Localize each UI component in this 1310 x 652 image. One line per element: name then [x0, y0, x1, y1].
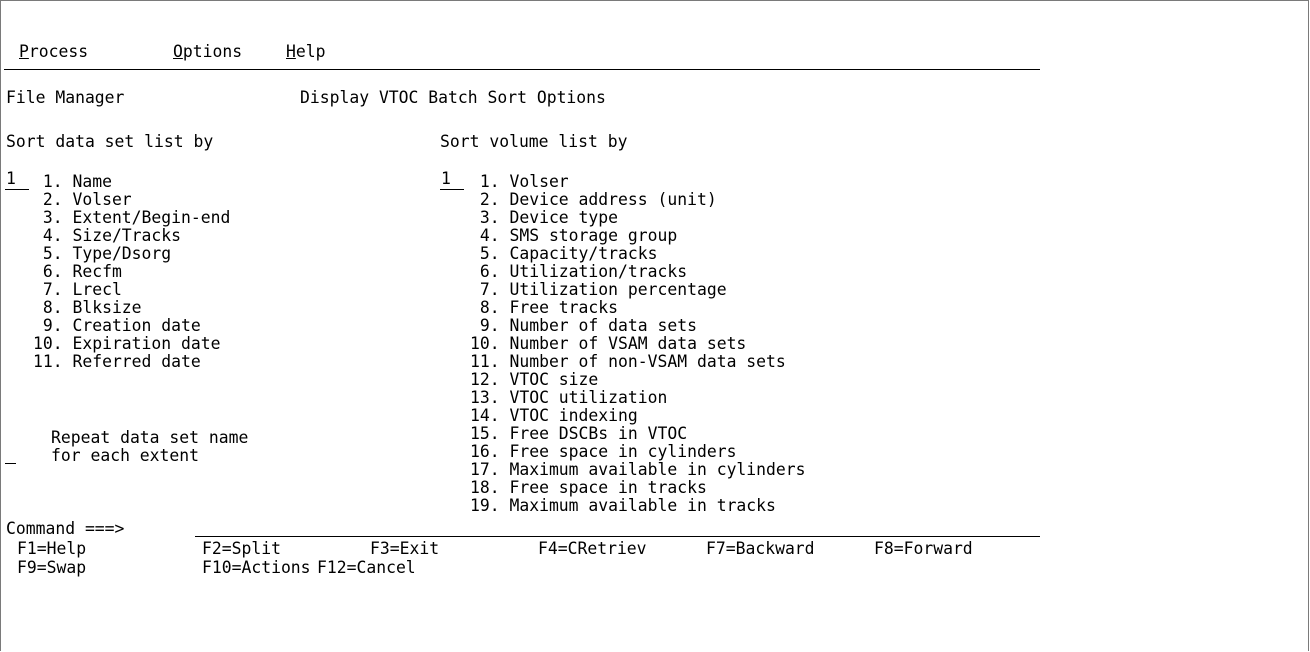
dataset-option: 7. Lrecl — [33, 280, 122, 299]
dataset-sort-input[interactable]: 1 — [5, 169, 29, 190]
dataset-option: 3. Extent/Begin-end — [33, 208, 231, 227]
app-name: File Manager — [6, 88, 125, 107]
volume-option: 12. VTOC size — [470, 370, 599, 389]
dataset-sort-heading: Sort data set list by — [6, 132, 214, 151]
volume-option: 11. Number of non-VSAM data sets — [470, 352, 786, 371]
volume-option: 5. Capacity/tracks — [470, 244, 658, 263]
volume-option: 15. Free DSCBs in VTOC — [470, 424, 688, 443]
dataset-option: 6. Recfm — [33, 262, 122, 281]
fkey-cancel[interactable]: F12=Cancel — [317, 558, 416, 578]
dataset-option: 2. Volser — [33, 190, 132, 209]
menu-process-hotkey: P — [19, 42, 29, 61]
menu-options-hotkey: O — [173, 42, 183, 61]
fkey-actions[interactable]: F10=Actions — [202, 558, 311, 578]
dataset-option: 8. Blksize — [33, 298, 142, 317]
fkey-forward[interactable]: F8=Forward — [874, 539, 973, 559]
menu-help-hotkey: H — [286, 42, 296, 61]
volume-sort-value: 1 — [441, 169, 451, 188]
dataset-option: 5. Type/Dsorg — [33, 244, 172, 263]
fkey-cretriev[interactable]: F4=CRetriev — [538, 539, 647, 559]
dataset-option: 4. Size/Tracks — [33, 226, 182, 245]
menu-options-label: ptions — [182, 42, 243, 61]
dataset-option: 1. Name — [33, 172, 112, 191]
dataset-option: 9. Creation date — [33, 316, 201, 335]
menu-options[interactable]: Options — [173, 42, 242, 62]
dataset-sort-value: 1 — [6, 169, 16, 188]
volume-option: 9. Number of data sets — [470, 316, 697, 335]
command-input[interactable] — [195, 518, 1040, 537]
volume-option: 4. SMS storage group — [470, 226, 678, 245]
fkey-exit[interactable]: F3=Exit — [370, 539, 439, 559]
action-bar-separator — [4, 69, 1040, 70]
volume-option: 18. Free space in tracks — [470, 478, 707, 497]
volume-option: 16. Free space in cylinders — [470, 442, 737, 461]
volume-option: 13. VTOC utilization — [470, 388, 668, 407]
volume-sort-heading: Sort volume list by — [440, 132, 628, 151]
fkey-swap[interactable]: F9=Swap — [17, 558, 86, 578]
dataset-option: 11. Referred date — [33, 352, 201, 371]
volume-sort-input[interactable]: 1 — [440, 169, 464, 190]
volume-option: 6. Utilization/tracks — [470, 262, 688, 281]
menu-help[interactable]: Help — [286, 42, 325, 62]
volume-option: 8. Free tracks — [470, 298, 619, 317]
volume-option: 10. Number of VSAM data sets — [470, 334, 747, 353]
command-label: Command ===> — [6, 519, 125, 538]
repeat-dsn-label-2: for each extent — [51, 446, 200, 465]
volume-option: 14. VTOC indexing — [470, 406, 638, 425]
fkey-backward[interactable]: F7=Backward — [706, 539, 815, 559]
panel-title: Display VTOC Batch Sort Options — [300, 88, 606, 107]
fkey-split[interactable]: F2=Split — [202, 539, 281, 559]
menu-process-label: rocess — [28, 42, 89, 61]
menu-help-label: elp — [295, 42, 326, 61]
fkey-help[interactable]: F1=Help — [17, 539, 86, 559]
volume-option: 3. Device type — [470, 208, 619, 227]
volume-option: 17. Maximum available in cylinders — [470, 460, 806, 479]
volume-option: 1. Volser — [470, 172, 569, 191]
volume-option: 19. Maximum available in tracks — [470, 496, 776, 515]
volume-option: 2. Device address (unit) — [470, 190, 717, 209]
menu-process[interactable]: Process — [19, 42, 88, 62]
repeat-dsn-label: Repeat data set name — [51, 428, 249, 447]
dataset-option: 10. Expiration date — [33, 334, 221, 353]
volume-option: 7. Utilization percentage — [470, 280, 727, 299]
repeat-dsn-input[interactable] — [5, 445, 16, 464]
